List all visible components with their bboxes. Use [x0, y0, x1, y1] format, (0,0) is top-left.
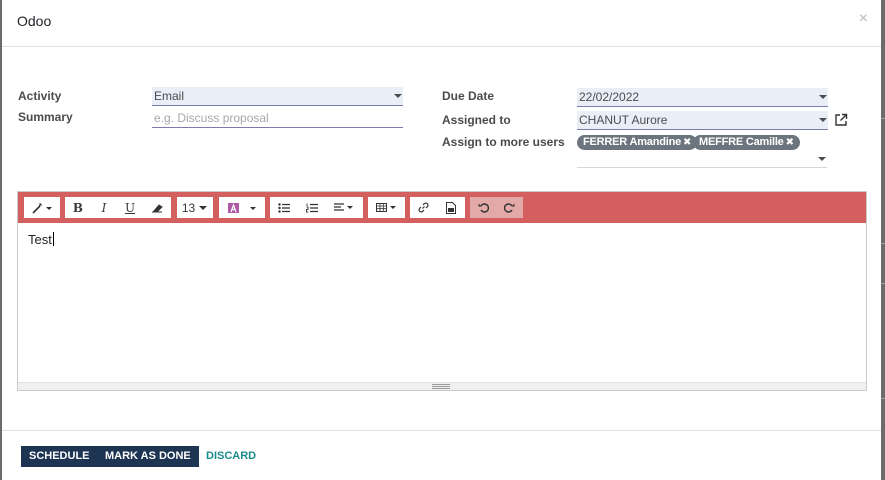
chevron-down-icon	[819, 118, 827, 122]
font-color-icon[interactable]	[219, 197, 265, 218]
dialog-header: Odoo ×	[2, 0, 881, 47]
editor-resize-handle[interactable]	[18, 382, 866, 390]
note-editor: B I U 13 Test	[17, 191, 867, 391]
discard-button[interactable]: DISCARD	[198, 446, 264, 467]
magic-wand-icon[interactable]	[24, 197, 60, 218]
remove-tag-icon[interactable]: ✖	[683, 137, 691, 148]
color-group	[219, 197, 265, 218]
chevron-down-icon	[818, 157, 826, 161]
background-divider	[881, 118, 885, 119]
chevron-down-icon	[199, 205, 208, 210]
font-size-value: 13	[181, 200, 196, 215]
font-style-group: B I U	[65, 197, 171, 218]
dialog-title: Odoo	[17, 13, 52, 29]
mark-as-done-button[interactable]: MARK AS DONE	[97, 446, 199, 467]
summary-input[interactable]: e.g. Discuss proposal	[152, 109, 403, 128]
activity-select[interactable]: Email	[152, 87, 403, 106]
remove-tag-icon[interactable]: ✖	[786, 137, 794, 148]
history-group	[470, 197, 523, 218]
external-link-icon[interactable]	[834, 113, 848, 127]
background-divider	[881, 243, 885, 244]
table-group	[368, 197, 405, 218]
tag-name: FERRER Amandine	[583, 136, 682, 148]
activity-value: Email	[154, 89, 185, 103]
background-divider	[881, 398, 885, 399]
editor-toolbar: B I U 13	[18, 192, 866, 223]
dialog-footer: SCHEDULE MARK AS DONE DISCARD	[2, 430, 881, 480]
user-tag: MEFFRE Camille ✖	[693, 135, 800, 150]
eraser-icon[interactable]	[143, 197, 171, 218]
due-date-input[interactable]: 22/02/2022	[577, 88, 828, 107]
italic-icon[interactable]: I	[91, 197, 117, 218]
font-size-group: 13	[177, 197, 213, 218]
paragraph-group	[270, 197, 363, 218]
image-icon[interactable]	[437, 197, 465, 218]
redo-icon[interactable]	[496, 197, 523, 218]
summary-placeholder: e.g. Discuss proposal	[154, 111, 269, 125]
bullet-list-icon[interactable]	[270, 197, 298, 218]
due-date-value: 22/02/2022	[579, 90, 640, 104]
assigned-to-select[interactable]: CHANUT Aurore	[577, 111, 828, 130]
assign-more-input[interactable]	[577, 151, 827, 168]
grip-icon	[432, 384, 450, 389]
assigned-to-value: CHANUT Aurore	[579, 113, 668, 127]
bold-icon[interactable]: B	[65, 197, 91, 218]
close-icon[interactable]: ×	[859, 10, 868, 28]
background-divider	[881, 283, 885, 284]
summary-label: Summary	[18, 110, 73, 124]
assigned-to-label: Assigned to	[442, 113, 511, 127]
editor-content[interactable]: Test	[28, 232, 54, 247]
tag-name: MEFFRE Camille	[699, 136, 784, 148]
insert-group	[410, 197, 465, 218]
user-tag: FERRER Amandine ✖	[577, 135, 698, 150]
style-group	[24, 197, 60, 218]
align-icon[interactable]	[326, 197, 363, 218]
activity-dialog: Odoo × Activity Email Summary e.g. Discu…	[2, 0, 881, 480]
editor-text: Test	[28, 232, 52, 247]
link-icon[interactable]	[410, 197, 437, 218]
chevron-down-icon	[394, 94, 402, 98]
font-size-dropdown[interactable]: 13	[177, 197, 213, 218]
schedule-button[interactable]: SCHEDULE	[21, 446, 98, 467]
underline-icon[interactable]: U	[117, 197, 143, 218]
undo-icon[interactable]	[470, 197, 496, 218]
chevron-down-icon	[819, 95, 827, 99]
activity-label: Activity	[18, 89, 62, 103]
due-date-label: Due Date	[442, 89, 495, 103]
assign-more-label: Assign to more users	[442, 135, 565, 149]
table-icon[interactable]	[368, 197, 405, 218]
text-cursor	[52, 232, 54, 246]
numbered-list-icon[interactable]	[298, 197, 326, 218]
